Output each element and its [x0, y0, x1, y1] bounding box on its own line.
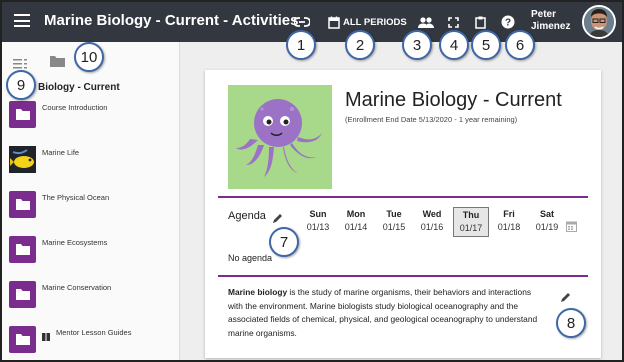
callout-5: 5: [471, 30, 501, 60]
day-sun[interactable]: Sun 01/13: [300, 209, 336, 232]
day-wed[interactable]: Wed 01/16: [414, 209, 450, 232]
user-last-name: Jimenez: [531, 21, 571, 32]
sidebar-section-title: Biology - Current: [38, 82, 120, 93]
callout-8: 8: [556, 308, 586, 338]
callout-3: 3: [402, 30, 432, 60]
sidebar-item-mentor-lesson-guides[interactable]: Mentor Lesson Guides: [2, 326, 178, 360]
callout-6: 6: [505, 30, 535, 60]
day-name: Sat: [539, 209, 554, 219]
agenda-label: Agenda: [228, 210, 266, 222]
edit-description-icon[interactable]: [560, 290, 572, 302]
day-date: 01/18: [497, 222, 521, 232]
callout-4: 4: [439, 30, 469, 60]
calendar-icon[interactable]: [566, 219, 577, 232]
folder-icon: [9, 191, 36, 218]
people-icon[interactable]: [416, 12, 436, 32]
day-name: Wed: [422, 209, 442, 219]
callout-9: 9: [6, 70, 36, 100]
sidebar-item-marine-life[interactable]: Marine Life: [2, 146, 178, 182]
day-sat[interactable]: Sat 01/19: [529, 209, 565, 232]
day-date: 01/16: [420, 222, 444, 232]
app-window: Marine Biology - Current - Activities AL…: [0, 0, 624, 362]
day-date: 01/15: [382, 222, 406, 232]
day-mon[interactable]: Mon 01/14: [338, 209, 374, 232]
periods-label: ALL PERIODS: [343, 16, 407, 28]
day-tue[interactable]: Tue 01/15: [376, 209, 412, 232]
day-fri[interactable]: Fri 01/18: [491, 209, 527, 232]
day-date: 01/17: [459, 223, 483, 233]
folder-icon: [9, 281, 36, 308]
sidebar-item-marine-ecosystems[interactable]: Marine Ecosystems: [2, 236, 178, 272]
sidebar-item-course-introduction[interactable]: Course Introduction: [2, 101, 178, 137]
page-title: Marine Biology - Current - Activities: [44, 12, 299, 29]
sidebar-item-label: Mentor Lesson Guides: [56, 328, 132, 337]
enrollment-end-date: (Enrollment End Date 5/13/2020 - 1 year …: [345, 115, 518, 124]
folder-icon: [9, 101, 36, 128]
folder-view-icon[interactable]: [50, 54, 65, 72]
sidebar-item-label: Marine Conservation: [42, 283, 112, 292]
course-description: Marine biology is the study of marine or…: [228, 286, 548, 340]
callout-1: 1: [286, 30, 316, 60]
day-name: Tue: [386, 209, 402, 219]
day-thu[interactable]: Thu 01/17: [453, 207, 489, 237]
day-name: Mon: [346, 209, 366, 219]
folder-icon: [9, 326, 36, 353]
callout-2: 2: [345, 30, 375, 60]
sidebar-item-label: The Physical Ocean: [42, 193, 110, 202]
clipboard-icon[interactable]: [472, 12, 488, 32]
course-card: Marine Biology - Current (Enrollment End…: [205, 70, 601, 358]
folder-icon: [9, 236, 36, 263]
fish-photo-icon: [9, 146, 36, 173]
day-date: 01/13: [306, 222, 330, 232]
day-name: Thu: [462, 210, 480, 220]
edit-agenda-icon[interactable]: [272, 211, 284, 223]
user-first-name: Peter: [531, 9, 557, 20]
sidebar-item-label: Marine Ecosystems: [42, 238, 108, 247]
calendar-icon: [328, 16, 340, 29]
callout-7: 7: [269, 227, 299, 257]
sidebar-item-the-physical-ocean[interactable]: The Physical Ocean: [2, 191, 178, 227]
no-agenda-text: No agenda: [228, 253, 273, 263]
day-date: 01/14: [344, 222, 368, 232]
divider: [218, 196, 588, 198]
all-periods-button[interactable]: ALL PERIODS: [328, 12, 407, 32]
octopus-illustration: [228, 85, 332, 189]
callout-10: 10: [74, 42, 104, 72]
day-name: Sun: [309, 209, 327, 219]
help-icon[interactable]: ?: [500, 12, 516, 32]
day-name: Fri: [503, 209, 515, 219]
user-name[interactable]: Peter Jimenez: [531, 9, 570, 33]
sidebar-item-label: Marine Life: [42, 148, 80, 157]
link-icon[interactable]: [292, 12, 312, 32]
day-date: 01/19: [535, 222, 559, 232]
sidebar-item-marine-conservation[interactable]: Marine Conservation: [2, 281, 178, 317]
fullscreen-icon[interactable]: [445, 12, 461, 32]
course-title: Marine Biology - Current: [345, 89, 562, 111]
avatar[interactable]: [582, 5, 616, 39]
divider: [218, 275, 588, 277]
hamburger-menu-icon[interactable]: [14, 14, 30, 27]
sidebar-item-label: Course Introduction: [42, 103, 108, 112]
svg-text:?: ?: [505, 18, 511, 29]
book-icon: [42, 328, 50, 346]
description-bold: Marine biology: [228, 287, 288, 297]
